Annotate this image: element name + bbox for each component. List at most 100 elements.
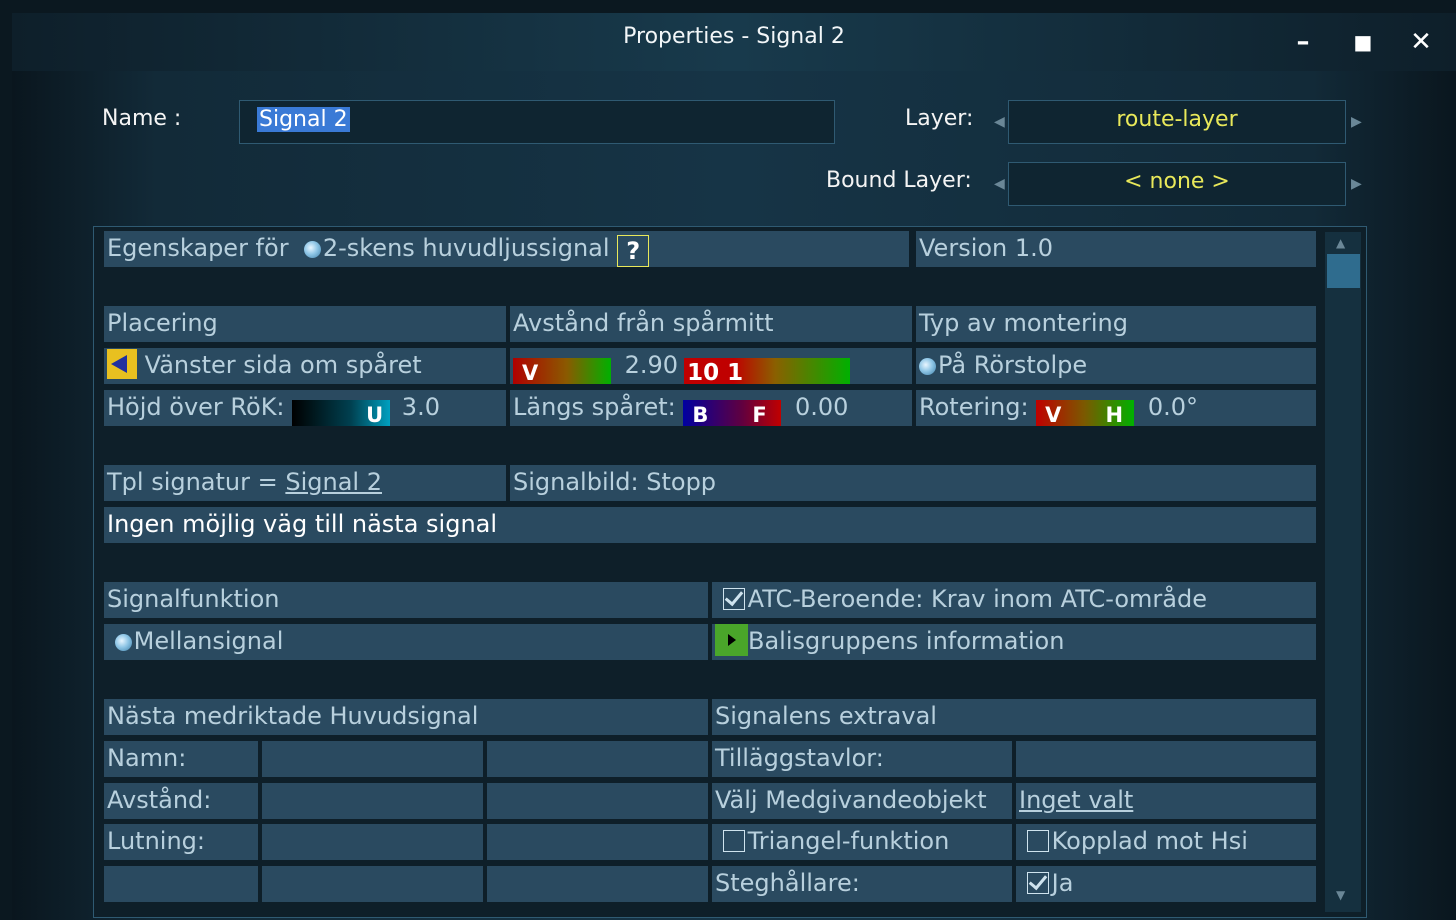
signal-type-label[interactable]: 2-skens huvudljussignal	[323, 234, 610, 262]
bound-layer-label: Bound Layer:	[826, 168, 972, 193]
scroll-up-icon[interactable]: ▲	[1336, 236, 1345, 250]
egenskaper-cell: Egenskaper för 2-skens huvudljussignal ?	[104, 231, 909, 267]
balis-cell[interactable]: Balisgruppens information	[712, 624, 1316, 660]
hojd-label: Höjd över RöK:	[107, 393, 285, 421]
kopplad-label: Kopplad mot Hsi	[1051, 827, 1248, 855]
extraval-header: Signalens extraval	[712, 699, 1316, 735]
signalbild-cell: Signalbild: Stopp	[510, 465, 1316, 501]
title-bar[interactable]: Properties - Signal 2 – ■ ✕	[12, 13, 1456, 71]
langs-slider[interactable]: BF	[683, 400, 782, 426]
layer-prev-icon[interactable]: ◀	[994, 114, 1005, 130]
tillagg-label: Tilläggstavlor:	[712, 741, 1012, 777]
maximize-icon[interactable]: ■	[1346, 25, 1380, 59]
scroll-down-icon[interactable]: ▼	[1336, 888, 1345, 902]
lutning-label: Lutning:	[104, 824, 258, 860]
hojd-value: 3.0	[401, 393, 440, 421]
atc-cell[interactable]: ATC-Beroende: Krav inom ATC-område	[712, 582, 1316, 618]
avstand2-label: Avstånd:	[104, 783, 258, 819]
bound-layer-prev-icon[interactable]: ◀	[994, 176, 1005, 192]
version-cell: Version 1.0	[916, 231, 1316, 267]
langs-cell: Längs spåret: BF 0.00	[510, 390, 912, 426]
avstand-slider[interactable]: V	[513, 358, 611, 384]
layer-next-icon[interactable]: ▶	[1351, 114, 1362, 130]
avstand-fine-slider[interactable]: 10 1	[684, 358, 851, 384]
hojd-u-label: U	[366, 403, 384, 426]
balis-label: Balisgruppens information	[748, 627, 1065, 655]
typ-montering-header: Typ av montering	[916, 306, 1316, 342]
minimize-icon[interactable]: –	[1286, 25, 1320, 59]
avstand2-value-2	[487, 783, 708, 819]
montering-radio-icon[interactable]	[919, 358, 936, 375]
scrollbar-thumb[interactable]	[1327, 254, 1360, 288]
signal-type-radio-icon[interactable]	[303, 241, 321, 258]
rotering-value: 0.0°	[1147, 393, 1198, 421]
namn-value-1	[262, 741, 483, 777]
mellansignal-cell[interactable]: Mellansignal	[104, 624, 708, 660]
side-cell[interactable]: Vänster sida om spåret	[104, 348, 506, 384]
avstand-cell[interactable]: V 2.90 10 1	[510, 348, 912, 384]
bound-layer-next-icon[interactable]: ▶	[1351, 176, 1362, 192]
rot-h-label: H	[1105, 403, 1124, 426]
hojd-slider[interactable]: U	[292, 400, 391, 426]
avstand-v-label: V	[522, 361, 539, 384]
steg-ja-label: Ja	[1051, 869, 1074, 897]
medgiv-value[interactable]: Inget valt	[1016, 783, 1316, 819]
layer-label: Layer:	[905, 106, 974, 131]
close-icon[interactable]: ✕	[1404, 25, 1438, 59]
bound-layer-select[interactable]: < none >	[1008, 162, 1346, 206]
avstand-box-label: 10 1	[687, 360, 744, 384]
langs-value: 0.00	[794, 393, 849, 421]
atc-label: ATC-Beroende: Krav inom ATC-område	[747, 585, 1207, 613]
help-icon[interactable]: ?	[617, 235, 650, 267]
avstand2-value-1	[262, 783, 483, 819]
lutning-value-1	[262, 824, 483, 860]
rotering-slider[interactable]: VH	[1036, 400, 1135, 426]
namn-value-2	[487, 741, 708, 777]
rot-v-label: V	[1045, 403, 1062, 426]
triangel-checkbox[interactable]	[722, 830, 745, 852]
window-title: Properties - Signal 2	[623, 24, 845, 49]
montering-label: På Rörstolpe	[938, 351, 1088, 379]
rotering-label: Rotering:	[919, 393, 1029, 421]
steg-checkbox[interactable]	[1026, 872, 1049, 894]
name-input-selection: Signal 2	[257, 107, 350, 132]
mellansignal-label: Mellansignal	[133, 627, 284, 655]
langs-b-label: B	[692, 403, 709, 426]
tillagg-value[interactable]	[1016, 741, 1316, 777]
avstand-value: 2.90	[624, 351, 679, 379]
rotering-cell: Rotering: VH 0.0°	[916, 390, 1316, 426]
lutning-value-2	[487, 824, 708, 860]
name-label: Name :	[102, 106, 182, 131]
placering-header: Placering	[104, 306, 506, 342]
tpl-label: Tpl signatur =	[107, 468, 286, 496]
kopplad-checkbox[interactable]	[1026, 830, 1049, 852]
name-input[interactable]: Signal 2	[239, 100, 835, 144]
montering-cell[interactable]: På Rörstolpe	[916, 348, 1316, 384]
triangel-label: Triangel-funktion	[747, 827, 950, 855]
signalfunktion-header: Signalfunktion	[104, 582, 708, 618]
triangel-cell[interactable]: Triangel-funktion	[712, 824, 1012, 860]
side-label: Vänster sida om spåret	[144, 351, 422, 379]
steg-label: Steghållare:	[712, 866, 1012, 902]
empty-cell-2	[262, 866, 483, 902]
layer-select[interactable]: route-layer	[1008, 100, 1346, 144]
empty-cell-1	[104, 866, 258, 902]
kopplad-cell[interactable]: Kopplad mot Hsi	[1016, 824, 1316, 860]
langs-f-label: F	[752, 403, 767, 426]
namn-label: Namn:	[104, 741, 258, 777]
atc-checkbox[interactable]	[722, 588, 745, 610]
inget-valt-link[interactable]: Inget valt	[1019, 786, 1133, 814]
no-route-message: Ingen möjlig väg till nästa signal	[104, 507, 1316, 543]
steg-cell[interactable]: Ja	[1016, 866, 1316, 902]
tpl-cell: Tpl signatur = Signal 2	[104, 465, 506, 501]
empty-cell-3	[487, 866, 708, 902]
tpl-link[interactable]: Signal 2	[285, 468, 382, 496]
side-arrow-icon[interactable]	[107, 349, 137, 379]
mellansignal-radio-icon[interactable]	[114, 634, 132, 651]
medgiv-label: Välj Medgivandeobjekt	[712, 783, 1012, 819]
egenskaper-label: Egenskaper för	[107, 234, 289, 262]
vertical-scrollbar[interactable]	[1325, 232, 1361, 912]
hojd-cell: Höjd över RöK: U 3.0	[104, 390, 506, 426]
langs-label: Längs spåret:	[513, 393, 676, 421]
balis-expand-icon[interactable]	[715, 624, 748, 656]
